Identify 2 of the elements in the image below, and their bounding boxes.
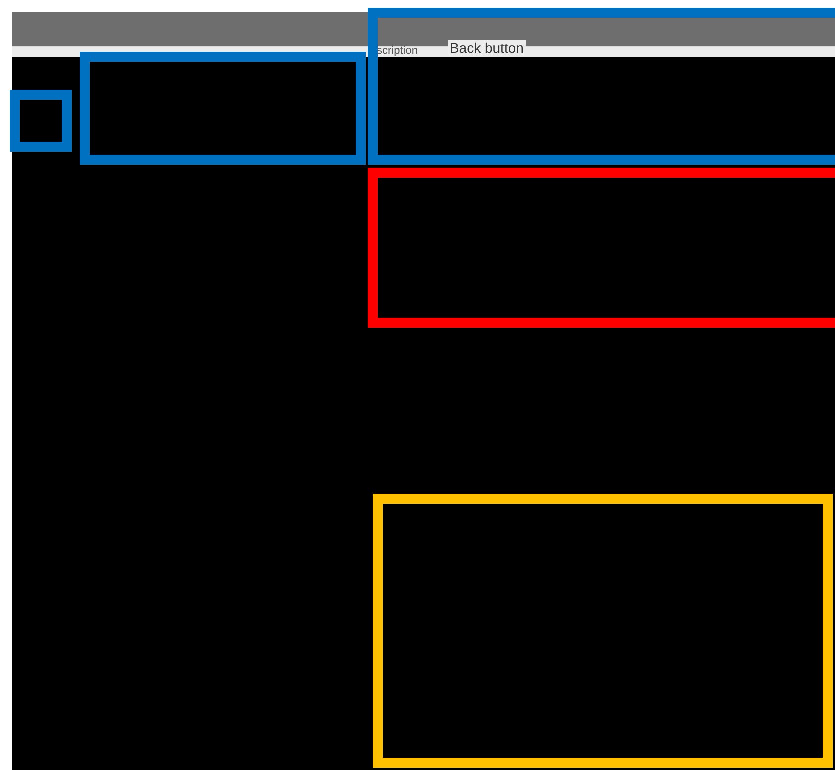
field-label: scription [377, 45, 418, 57]
caption-text: Back button [448, 40, 526, 56]
